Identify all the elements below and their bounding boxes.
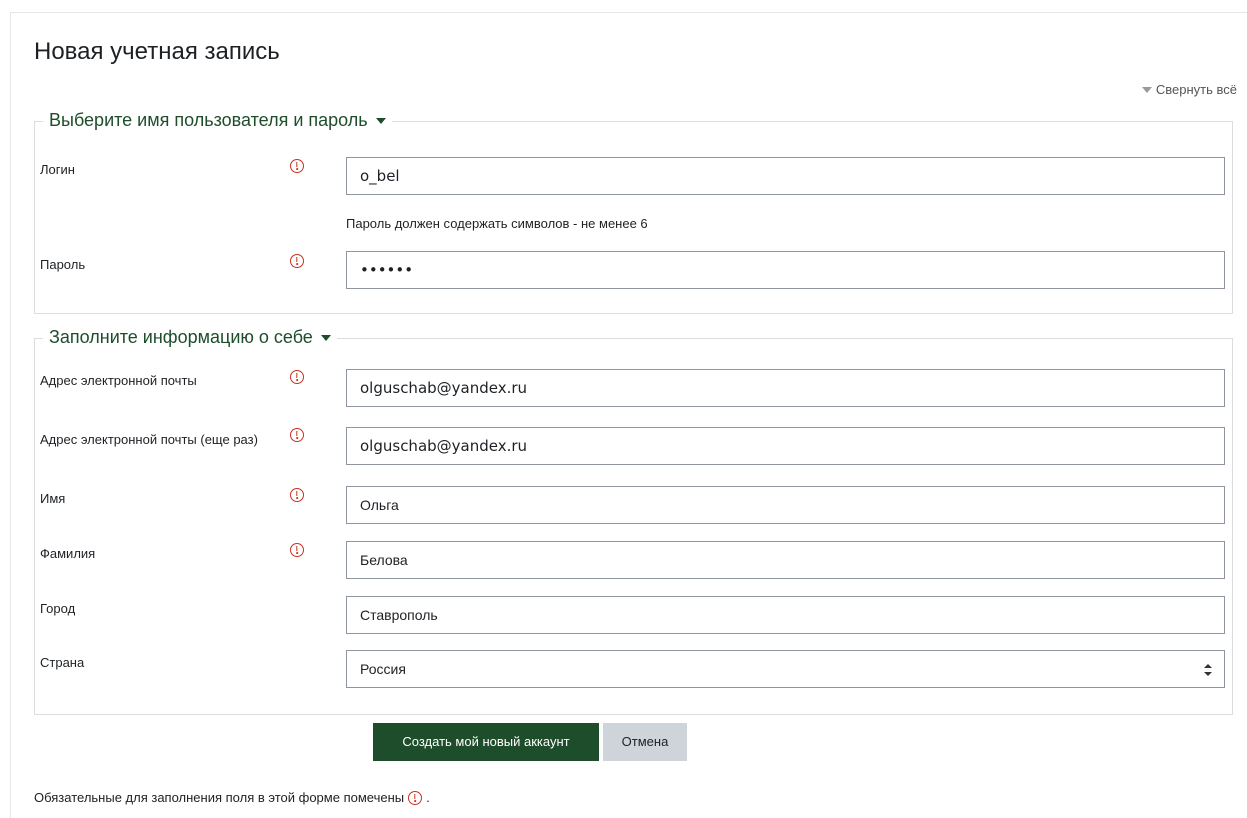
required-note-suffix: . [426,790,430,805]
required-icon [408,790,423,805]
city-label: Город [40,601,76,616]
password-hint: Пароль должен содержать символов - не ме… [346,216,648,231]
lastname-input[interactable]: Белова [346,541,1225,579]
up-down-arrows-icon [1204,664,1212,676]
email-again-input[interactable]: olguschab@yandex.ru [346,427,1225,465]
country-select[interactable]: Россия [346,650,1225,688]
required-icon [290,488,304,502]
triangle-down-icon [1141,86,1152,93]
city-input[interactable]: Ставрополь [346,596,1225,634]
page-title: Новая учетная запись [34,38,280,65]
required-icon [290,428,304,442]
country-selected-value: Россия [360,661,406,677]
required-note-text: Обязательные для заполнения поля в этой … [34,790,405,805]
collapse-all-label: Свернуть всё [1155,82,1237,97]
country-label: Страна [40,655,85,670]
create-account-button[interactable]: Создать мой новый аккаунт [373,723,599,761]
required-fields-note: Обязательные для заполнения поля в этой … [34,790,430,805]
email-again-label: Адрес электронной почты (еще раз) [40,432,258,447]
required-icon [290,543,304,557]
profile-legend: Заполните информацию о себе [49,327,313,347]
email-label: Адрес электронной почты [40,373,197,388]
collapse-all-link[interactable]: Свернуть всё [1141,82,1237,97]
username-label: Логин [40,162,75,177]
password-label: Пароль [40,257,86,272]
credentials-legend: Выберите имя пользователя и пароль [49,110,368,130]
required-icon [290,370,304,384]
firstname-input[interactable]: Ольга [346,486,1225,524]
required-icon [290,254,304,268]
lastname-label: Фамилия [40,546,96,561]
cancel-button[interactable]: Отмена [603,723,687,761]
username-input[interactable]: o_bel [346,157,1225,195]
triangle-down-icon [375,117,386,124]
firstname-label: Имя [40,491,66,506]
triangle-down-icon [320,334,331,341]
credentials-section-toggle[interactable]: Выберите имя пользователя и пароль [43,110,392,131]
profile-section-toggle[interactable]: Заполните информацию о себе [43,327,337,348]
email-input[interactable]: olguschab@yandex.ru [346,369,1225,407]
password-input[interactable]: •••••• [346,251,1225,289]
required-icon [290,159,304,173]
